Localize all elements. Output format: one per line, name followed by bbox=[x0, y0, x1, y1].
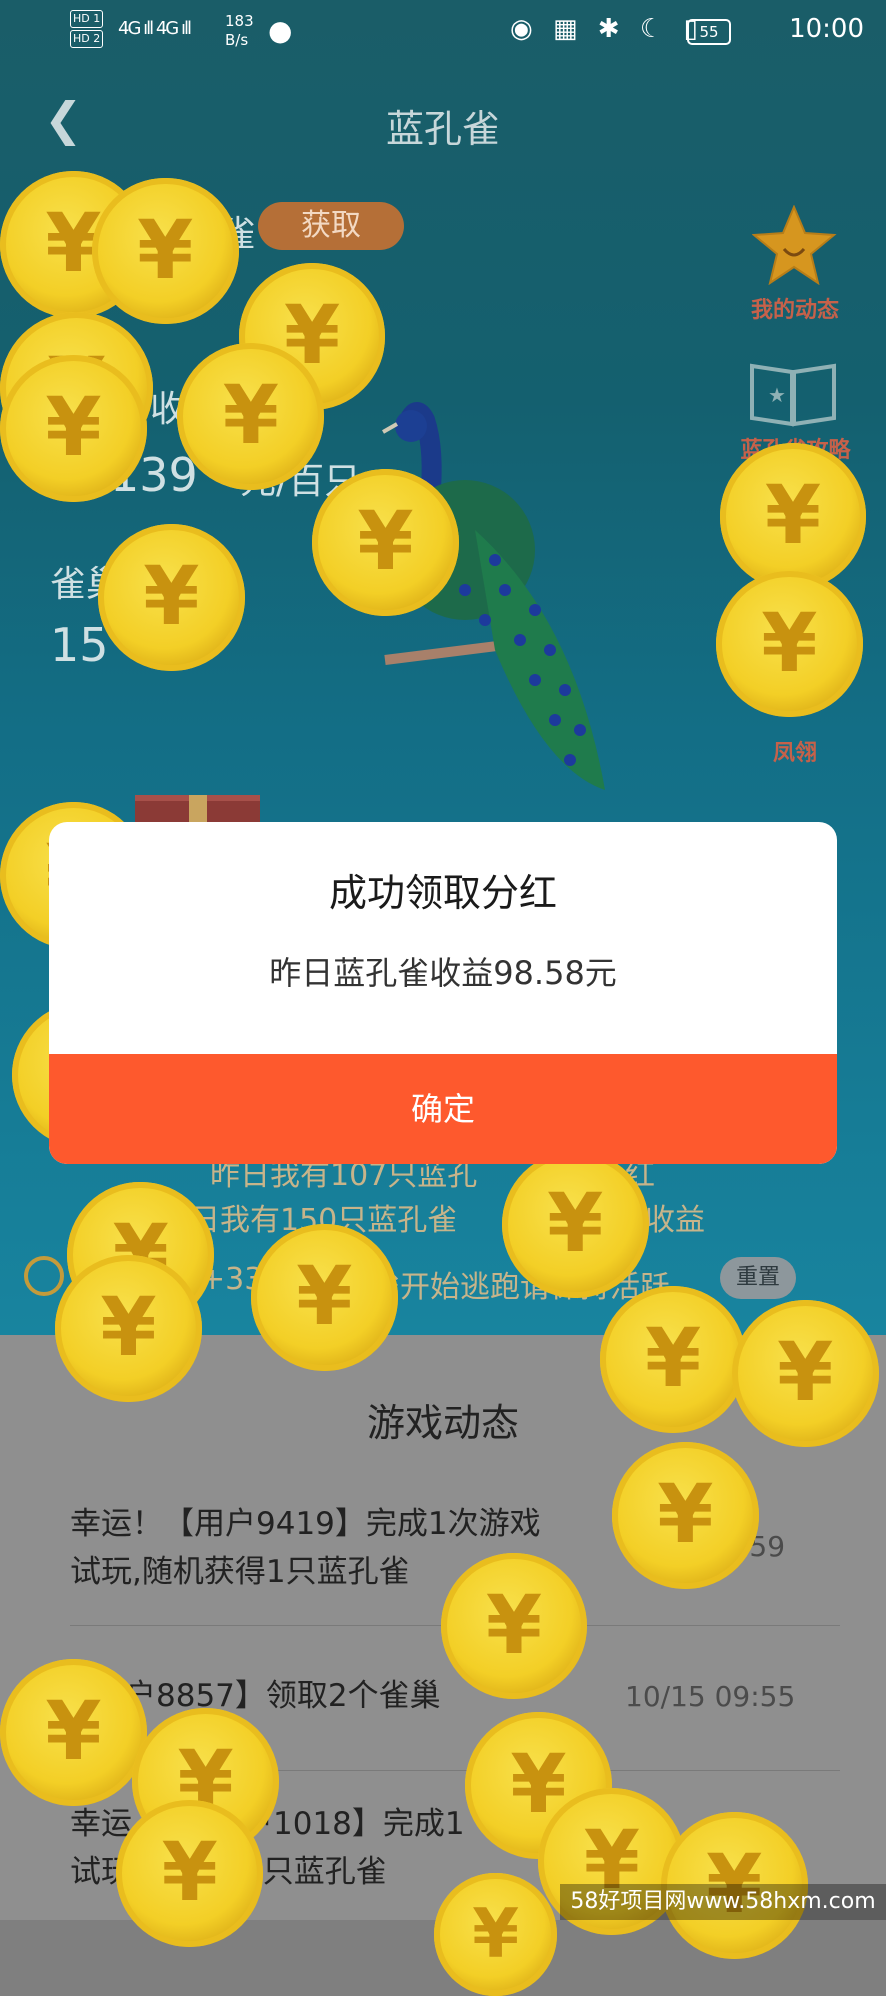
nfc-icon: ▦ bbox=[552, 14, 584, 44]
coin-icon: ¥ bbox=[97, 524, 245, 671]
coin-icon: ¥ bbox=[599, 1285, 747, 1433]
nav-header: ❮ 蓝孔雀 bbox=[0, 66, 886, 178]
confirm-button[interactable]: 确定 bbox=[49, 1054, 837, 1164]
coin-icon: ¥ bbox=[715, 570, 863, 718]
coin-icon: ¥ bbox=[719, 443, 867, 591]
status-icons: ◉ ▦ ✱ ☾ ▯ bbox=[510, 14, 704, 44]
coin-icon: ¥ bbox=[434, 1873, 557, 1996]
page-title: 蓝孔雀 bbox=[385, 107, 500, 151]
signal-icon: 4G ıll 4G ıll bbox=[118, 18, 192, 39]
feed-item-line: 幸运！【用户9419】完成1次游戏 bbox=[70, 1506, 541, 1542]
alarm-clock-icon bbox=[24, 1256, 64, 1296]
battery-icon: 55 bbox=[687, 19, 731, 45]
dividend-dialog: 成功领取分红 昨日蓝孔雀收益98.58元 确定 bbox=[49, 822, 837, 1164]
book-icon[interactable]: ★ bbox=[748, 358, 838, 432]
coin-icon: ¥ bbox=[312, 468, 459, 616]
coin-icon: ¥ bbox=[440, 1552, 588, 1700]
coin-icon: ¥ bbox=[250, 1224, 398, 1372]
coin-icon: ¥ bbox=[55, 1255, 202, 1402]
coin-icon: ¥ bbox=[731, 1300, 879, 1448]
feed-item-2: 户8857】领取2个雀巢 bbox=[125, 1672, 441, 1720]
speed-value: 183 bbox=[225, 12, 254, 30]
bluetooth-icon: ✱ bbox=[597, 14, 626, 44]
dialog-title: 成功领取分红 bbox=[328, 871, 557, 915]
coin-icon: ¥ bbox=[611, 1442, 759, 1590]
eye-icon: ◉ bbox=[510, 14, 539, 44]
coin-icon: ¥ bbox=[116, 1800, 264, 1947]
hd1-badge: HD 1 bbox=[70, 10, 104, 28]
coin-icon: ¥ bbox=[0, 355, 147, 502]
hd2-badge: HD 2 bbox=[70, 30, 104, 48]
clock-time: 10:00 bbox=[789, 14, 864, 44]
moon-icon: ☾ bbox=[639, 14, 670, 44]
feed-item-line: 户1018】完成1 bbox=[242, 1806, 465, 1842]
feather-link[interactable]: 凤翎 bbox=[740, 735, 850, 767]
coin-icon: ¥ bbox=[91, 177, 239, 325]
feed-item-line: 幸运 bbox=[70, 1806, 132, 1842]
coin-icon: ¥ bbox=[177, 342, 325, 490]
sim-indicators: HD 1 HD 2 bbox=[70, 10, 104, 50]
svg-text:★: ★ bbox=[768, 383, 786, 407]
qq-icon: ● bbox=[268, 14, 293, 47]
feed-item-time: 10/15 09:55 bbox=[625, 1680, 796, 1713]
star-icon[interactable] bbox=[751, 204, 837, 289]
reset-button[interactable]: 重置 bbox=[720, 1257, 796, 1299]
nest-count: 15 bbox=[50, 618, 109, 672]
feed-item-line: 户8857】领取2个雀巢 bbox=[125, 1678, 441, 1714]
dialog-message: 昨日蓝孔雀收益98.58元 bbox=[269, 954, 617, 992]
speed-unit: B/s bbox=[225, 31, 249, 49]
watermark: 58好项目网www.58hxm.com bbox=[560, 1884, 886, 1920]
get-button[interactable]: 获取 bbox=[258, 202, 404, 250]
coin-icon: ¥ bbox=[0, 1659, 147, 1807]
my-activity-link[interactable]: 我的动态 bbox=[740, 292, 850, 324]
coin-icon: ¥ bbox=[501, 1151, 649, 1298]
network-speed: 183 B/s bbox=[225, 12, 254, 50]
status-bar: HD 1 HD 2 4G ıll 4G ıll 183 B/s ● ◉ ▦ ✱ … bbox=[0, 0, 886, 66]
